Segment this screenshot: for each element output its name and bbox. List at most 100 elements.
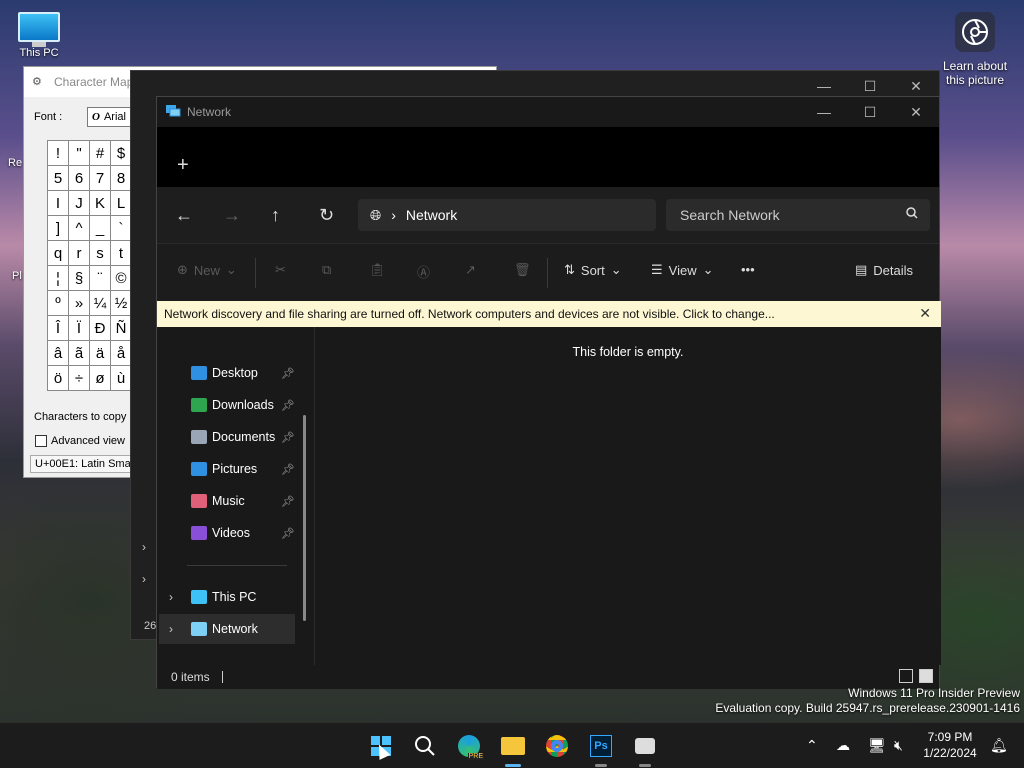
notification-bell-icon[interactable]: 🔔︎ (990, 737, 1008, 754)
chevron-right-icon[interactable]: › (142, 572, 146, 586)
pin-icon[interactable]: 📌︎ (281, 431, 295, 444)
pin-icon[interactable]: 📌︎ (281, 495, 295, 508)
desktop-icon-partial[interactable]: Pl (12, 270, 22, 282)
forward-icon[interactable]: → (223, 205, 241, 226)
sidebar-item-downloads[interactable]: Downloads 📌︎ (159, 390, 295, 420)
character-cell[interactable]: K (89, 190, 111, 216)
close-icon[interactable]: ✕ (919, 305, 931, 322)
maximize-button[interactable]: ☐ (847, 97, 893, 127)
pin-icon[interactable]: 📌︎ (281, 367, 295, 380)
minimize-button[interactable]: — (801, 97, 847, 127)
address-bar[interactable]: 🌐︎ › Network (358, 199, 656, 231)
close-button[interactable]: ✕ (893, 97, 939, 127)
breadcrumb-chevron-icon[interactable]: › (391, 207, 396, 223)
rename-icon[interactable]: Ⓐ (417, 262, 430, 281)
new-button[interactable]: ⊕ New ⌄ (177, 262, 237, 278)
sidebar-item-documents[interactable]: Documents 📌︎ (159, 422, 295, 452)
scrollbar[interactable] (303, 415, 306, 621)
character-cell[interactable]: ! (47, 140, 69, 166)
edge-dev-button[interactable]: PRE (454, 731, 484, 761)
character-cell[interactable]: q (47, 240, 69, 266)
details-button[interactable]: ▤ Details (855, 262, 913, 278)
chevron-right-icon[interactable]: › (142, 540, 146, 554)
character-cell[interactable]: ö (47, 365, 69, 391)
character-cell[interactable]: s (89, 240, 111, 266)
sidebar-item-music[interactable]: Music 📌︎ (159, 486, 295, 516)
checkbox-box[interactable] (35, 435, 47, 447)
sidebar-item-this-pc[interactable]: › This PC (159, 582, 295, 612)
network-explorer-window[interactable]: Network — ☐ ✕ + ← → ↑ ↻ 🌐︎ › Network Sea… (156, 96, 941, 689)
character-cell[interactable]: 5 (47, 165, 69, 191)
file-list-area[interactable]: This folder is empty. (315, 327, 941, 665)
character-cell[interactable]: $ (110, 140, 132, 166)
chevron-right-icon[interactable]: › (169, 590, 173, 604)
pin-icon[interactable]: 📌︎ (281, 463, 295, 476)
chrome-button[interactable] (542, 731, 572, 761)
paste-icon[interactable]: 📋︎ (369, 262, 386, 278)
character-cell[interactable]: º (47, 290, 69, 316)
character-cell[interactable]: L (110, 190, 132, 216)
chevron-right-icon[interactable]: › (169, 622, 173, 636)
character-cell[interactable]: # (89, 140, 111, 166)
network-status-icon[interactable]: 🖥︎ (868, 737, 886, 754)
character-cell[interactable]: Ð (89, 315, 111, 341)
character-cell[interactable]: © (110, 265, 132, 291)
cut-icon[interactable]: ✂ (275, 262, 286, 278)
character-cell[interactable]: ÷ (68, 365, 90, 391)
character-cell[interactable]: _ (89, 215, 111, 241)
up-icon[interactable]: ↑ (271, 205, 280, 226)
character-cell[interactable]: t (110, 240, 132, 266)
sidebar-item-pictures[interactable]: Pictures 📌︎ (159, 454, 295, 484)
search-taskbar-button[interactable] (410, 731, 440, 761)
network-discovery-banner[interactable]: Network discovery and file sharing are t… (157, 301, 941, 327)
new-tab-button[interactable]: + (177, 155, 189, 175)
character-cell[interactable]: § (68, 265, 90, 291)
advanced-view-checkbox[interactable]: Advanced view (35, 435, 125, 447)
character-cell[interactable]: 6 (68, 165, 90, 191)
desktop-icon-partial[interactable]: Re (8, 157, 22, 169)
character-cell[interactable]: ù (110, 365, 132, 391)
character-cell[interactable]: ¦ (47, 265, 69, 291)
desktop-icon-this-pc[interactable]: This PC (14, 12, 64, 59)
sidebar-item-desktop[interactable]: Desktop 📌︎ (159, 358, 295, 388)
breadcrumb-network[interactable]: Network (406, 207, 457, 223)
character-cell[interactable]: ø (89, 365, 111, 391)
character-cell[interactable]: 8 (110, 165, 132, 191)
character-cell[interactable]: Ï (68, 315, 90, 341)
character-cell[interactable]: ½ (110, 290, 132, 316)
character-cell[interactable]: ä (89, 340, 111, 366)
file-explorer-button[interactable] (498, 731, 528, 767)
character-cell[interactable]: å (110, 340, 132, 366)
character-cell[interactable]: I (47, 190, 69, 216)
sidebar-item-videos[interactable]: Videos 📌︎ (159, 518, 295, 548)
character-cell[interactable]: ¼ (89, 290, 111, 316)
copy-icon[interactable]: ⧉ (322, 262, 331, 278)
more-options-button[interactable]: ••• (741, 262, 755, 277)
sidebar-item-network[interactable]: › Network (159, 614, 295, 644)
pin-icon[interactable]: 📌︎ (281, 527, 295, 540)
chevron-up-icon[interactable]: ⌃ (806, 737, 818, 754)
photoshop-button[interactable]: Ps (586, 731, 616, 767)
search-input[interactable]: Search Network (666, 199, 930, 231)
details-view-icon[interactable] (899, 669, 913, 683)
view-button[interactable]: ☰ View ⌄ (651, 262, 714, 278)
character-cell[interactable]: Ñ (110, 315, 132, 341)
character-cell[interactable]: ¨ (89, 265, 111, 291)
onedrive-icon[interactable]: ☁ (836, 737, 850, 754)
character-cell[interactable]: J (68, 190, 90, 216)
sort-button[interactable]: ⇅ Sort ⌄ (564, 262, 622, 278)
large-icons-view-icon[interactable] (919, 669, 933, 683)
character-cell[interactable]: Î (47, 315, 69, 341)
refresh-icon[interactable]: ↻ (319, 205, 334, 226)
clock[interactable]: 7:09 PM 1/22/2024 (915, 729, 985, 761)
character-cell[interactable]: ` (110, 215, 132, 241)
pin-icon[interactable]: 📌︎ (281, 399, 295, 412)
character-cell[interactable]: ^ (68, 215, 90, 241)
volume-muted-icon[interactable]: 🔇︎ (894, 737, 903, 754)
character-cell[interactable]: r (68, 240, 90, 266)
learn-about-picture-button[interactable] (955, 12, 995, 52)
delete-icon[interactable]: 🗑︎ (514, 262, 531, 278)
back-icon[interactable]: ← (175, 205, 193, 226)
character-cell[interactable]: » (68, 290, 90, 316)
character-cell[interactable]: 7 (89, 165, 111, 191)
